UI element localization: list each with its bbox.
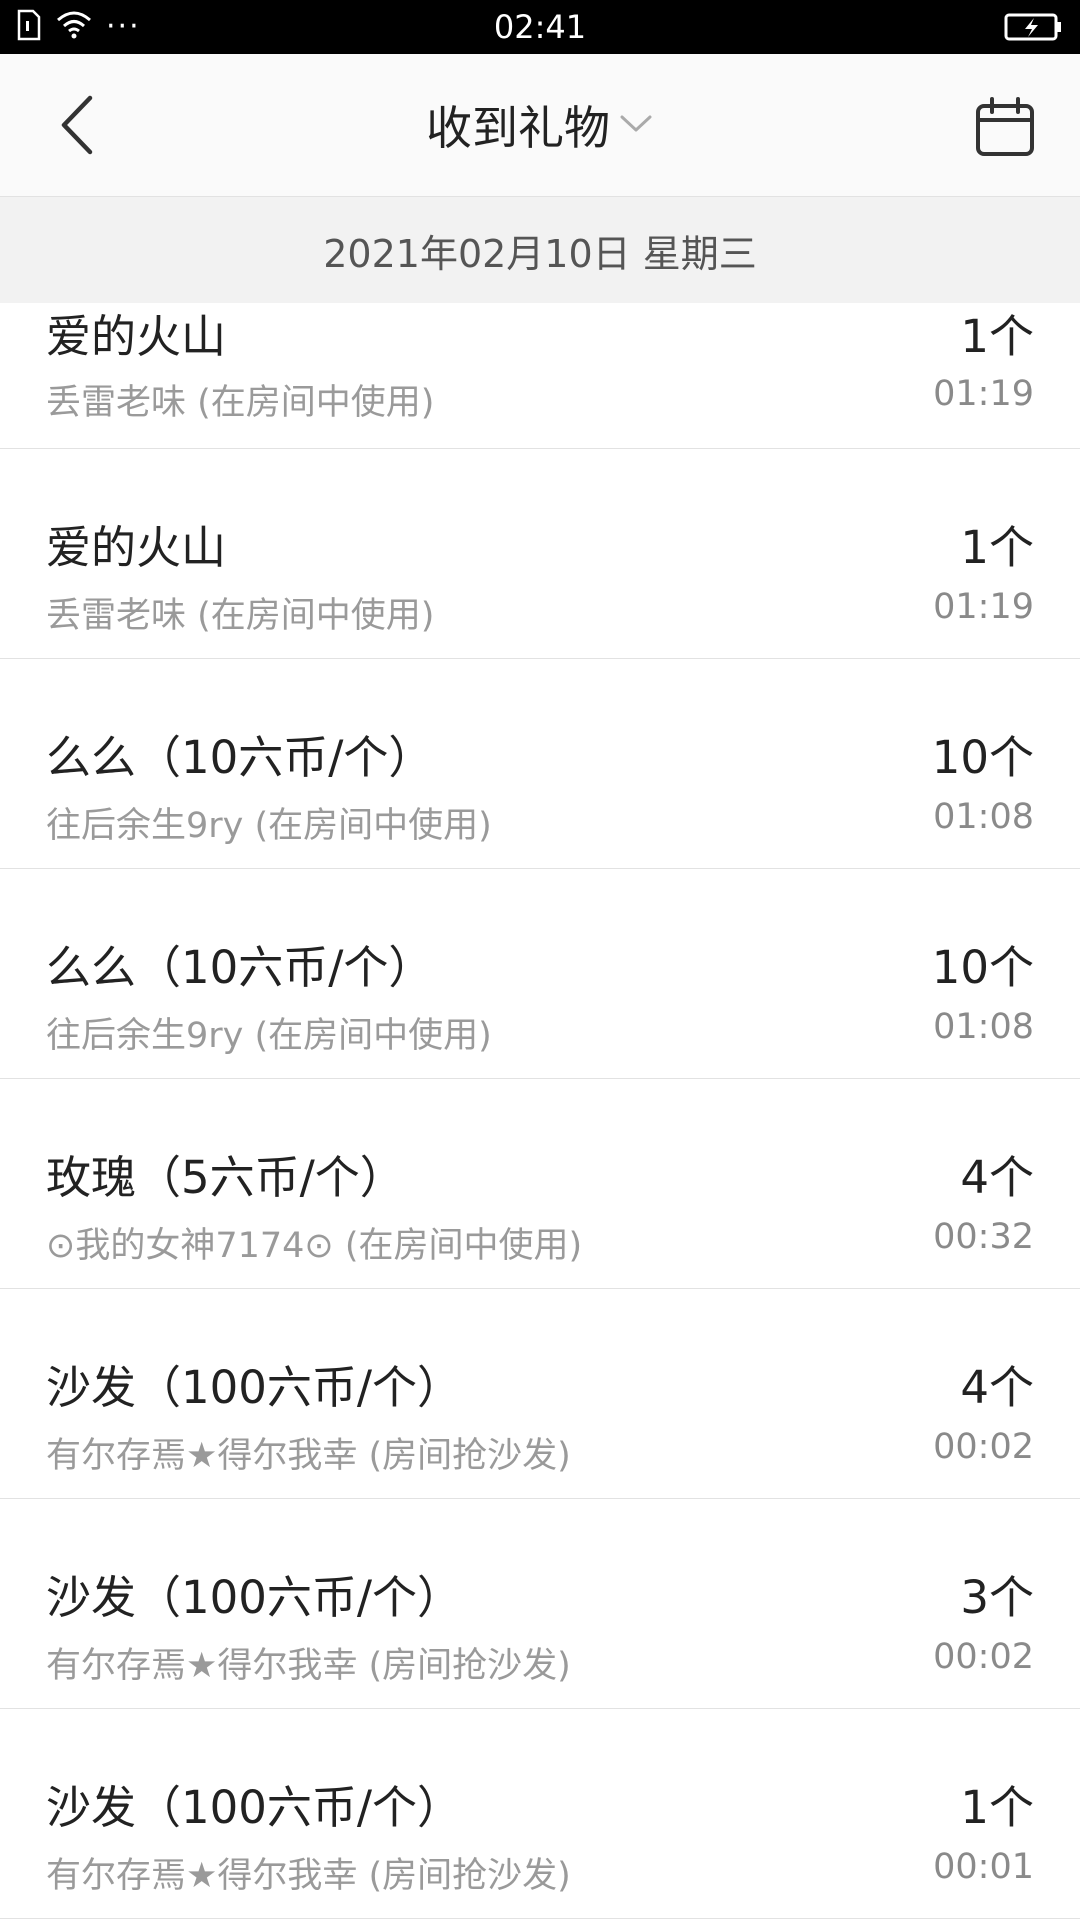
gift-name: 爱的火山 <box>46 521 227 574</box>
gift-time: 01:19 <box>933 587 1034 627</box>
gift-name: 爱的火山 <box>46 310 227 363</box>
giver-info: 往后余生9ry (在房间中使用) <box>46 1016 492 1056</box>
gift-name: 玫瑰（5六币/个） <box>46 1151 405 1204</box>
gift-time: 01:19 <box>933 374 1034 414</box>
gift-time: 00:01 <box>933 1847 1034 1887</box>
gift-name: 么么（10六币/个） <box>46 731 434 784</box>
calendar-icon <box>976 97 1034 156</box>
list-item[interactable]: 沙发（100六币/个） 有尔存焉★得尔我幸 (房间抢沙发) 4个 00:02 <box>0 1289 1080 1499</box>
gift-time: 00:02 <box>933 1637 1034 1677</box>
gift-time: 01:08 <box>933 1007 1034 1047</box>
battery-charging-icon <box>1004 12 1064 46</box>
giver-info: 有尔存焉★得尔我幸 (房间抢沙发) <box>46 1646 571 1686</box>
gift-time: 00:32 <box>933 1217 1034 1257</box>
list-item[interactable]: 玫瑰（5六币/个） ⊙我的女神7174⊙ (在房间中使用) 4个 00:32 <box>0 1079 1080 1289</box>
list-item[interactable]: 沙发（100六币/个） 有尔存焉★得尔我幸 (房间抢沙发) 3个 00:02 <box>0 1499 1080 1709</box>
chevron-down-icon <box>618 111 654 139</box>
gift-name: 么么（10六币/个） <box>46 941 434 994</box>
calendar-button[interactable] <box>974 96 1036 158</box>
gift-quantity: 1个 <box>960 521 1034 574</box>
status-bar: ··· 02:41 <box>0 0 1080 54</box>
gift-time: 00:02 <box>933 1427 1034 1467</box>
list-item[interactable]: 爱的火山 丢雷老味 (在房间中使用) 1个 01:19 <box>0 449 1080 659</box>
list-item[interactable]: 么么（10六币/个） 往后余生9ry (在房间中使用) 10个 01:08 <box>0 869 1080 1079</box>
gift-quantity: 10个 <box>931 731 1034 784</box>
giver-info: 丢雷老味 (在房间中使用) <box>46 383 435 423</box>
giver-info: 往后余生9ry (在房间中使用) <box>46 806 492 846</box>
gift-record-list: 爱的火山 丢雷老味 (在房间中使用) 1个 01:19 爱的火山 丢雷老味 (在… <box>0 302 1080 1919</box>
date-section-header: 2021年02月10日 星期三 <box>0 196 1080 303</box>
gift-name: 沙发（100六币/个） <box>46 1361 463 1414</box>
gift-quantity: 3个 <box>960 1571 1034 1624</box>
giver-info: ⊙我的女神7174⊙ (在房间中使用) <box>46 1226 583 1266</box>
status-time: 02:41 <box>493 8 587 46</box>
giver-info: 有尔存焉★得尔我幸 (房间抢沙发) <box>46 1436 571 1476</box>
gift-quantity: 1个 <box>960 310 1034 363</box>
list-item[interactable]: 爱的火山 丢雷老味 (在房间中使用) 1个 01:19 <box>0 302 1080 449</box>
gift-quantity: 4个 <box>960 1361 1034 1414</box>
giver-info: 丢雷老味 (在房间中使用) <box>46 596 435 636</box>
list-item[interactable]: 沙发（100六币/个） 有尔存焉★得尔我幸 (房间抢沙发) 1个 00:01 <box>0 1709 1080 1919</box>
gift-quantity: 4个 <box>960 1151 1034 1204</box>
gift-quantity: 1个 <box>960 1781 1034 1834</box>
page-title: 收到礼物 <box>426 101 610 155</box>
nav-bar: 收到礼物 <box>0 54 1080 197</box>
list-item[interactable]: 么么（10六币/个） 往后余生9ry (在房间中使用) 10个 01:08 <box>0 659 1080 869</box>
gift-name: 沙发（100六币/个） <box>46 1571 463 1624</box>
gift-time: 01:08 <box>933 797 1034 837</box>
gift-name: 沙发（100六币/个） <box>46 1781 463 1834</box>
giver-info: 有尔存焉★得尔我幸 (房间抢沙发) <box>46 1856 571 1896</box>
gift-quantity: 10个 <box>931 941 1034 994</box>
title-dropdown[interactable]: 收到礼物 <box>0 54 1080 196</box>
